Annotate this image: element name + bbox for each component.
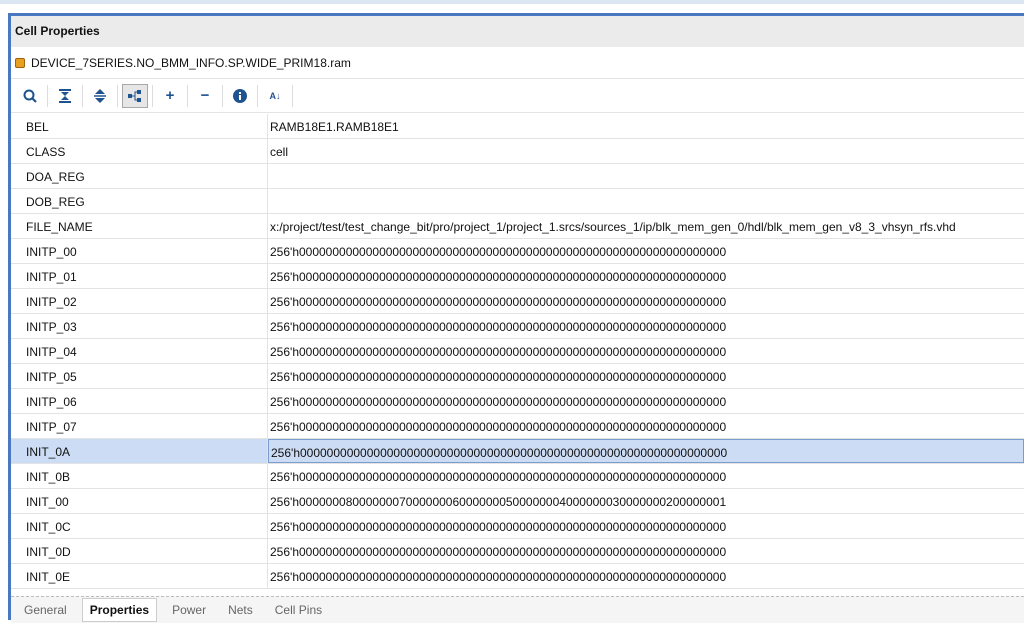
table-row[interactable]: INIT_0C 256'h0000000000000000000000000000… [11, 514, 1024, 539]
property-value[interactable]: 256'h00000000000000000000000000000000000… [268, 514, 1024, 538]
property-value[interactable]: 256'h00000000000000000000000000000000000… [268, 464, 1024, 488]
table-row[interactable]: INITP_00 256'h000000000000000000000000000… [11, 239, 1024, 264]
object-name-row: DEVICE_7SERIES.NO_BMM_INFO.SP.WIDE_PRIM1… [11, 47, 1024, 79]
table-row[interactable]: INITP_04 256'h000000000000000000000000000… [11, 339, 1024, 364]
toolbar: + − A↓ [11, 79, 1024, 113]
object-name: DEVICE_7SERIES.NO_BMM_INFO.SP.WIDE_PRIM1… [31, 55, 351, 70]
table-row[interactable]: INIT_0D 256'h0000000000000000000000000000… [11, 539, 1024, 564]
property-value[interactable] [268, 164, 1024, 188]
property-value[interactable]: 256'h00000000000000000000000000000000000… [268, 339, 1024, 363]
bottom-tabs: General Properties Power Nets Cell Pins [11, 596, 1024, 623]
property-value[interactable]: x:/project/test/test_change_bit/pro/proj… [268, 214, 1024, 238]
tab-general[interactable]: General [17, 599, 74, 621]
property-value[interactable]: cell [268, 139, 1024, 163]
info-icon[interactable] [227, 84, 253, 108]
table-row[interactable]: INITP_07 256'h000000000000000000000000000… [11, 414, 1024, 439]
table-row[interactable]: BEL RAMB18E1.RAMB18E1 [11, 114, 1024, 139]
property-value[interactable]: 256'h00000000000000000000000000000000000… [268, 389, 1024, 413]
table-row[interactable]: INITP_03 256'h000000000000000000000000000… [11, 314, 1024, 339]
property-name: INITP_04 [11, 339, 268, 363]
tab-nets[interactable]: Nets [221, 599, 260, 621]
cell-properties-panel: Cell Properties DEVICE_7SERIES.NO_BMM_IN… [8, 13, 1024, 623]
table-row[interactable]: INIT_0A 256'h0000000000000000000000000000… [11, 439, 1024, 464]
property-value[interactable]: 256'h00000000000000000000000000000000000… [268, 239, 1024, 263]
property-name: DOB_REG [11, 189, 268, 213]
property-value[interactable]: 256'h00000000000000000000000000000000000… [268, 414, 1024, 438]
property-name: INITP_01 [11, 264, 268, 288]
panel-title: Cell Properties [11, 16, 1024, 47]
property-name: INIT_00 [11, 489, 268, 513]
property-name: INITP_00 [11, 239, 268, 263]
property-name: INIT_0E [11, 564, 268, 588]
property-value[interactable]: 256'h00000000000000000000000000000000000… [268, 439, 1024, 463]
collapse-all-icon[interactable] [52, 84, 78, 108]
top-bar [0, 0, 1024, 4]
expand-all-icon[interactable] [87, 84, 113, 108]
property-value[interactable]: 256'h00000000000000000000000000000000000… [268, 564, 1024, 588]
property-name: INITP_03 [11, 314, 268, 338]
tab-power[interactable]: Power [165, 599, 213, 621]
minus-icon[interactable]: − [192, 84, 218, 108]
table-row[interactable]: INIT_0B 256'h0000000000000000000000000000… [11, 464, 1024, 489]
tab-properties[interactable]: Properties [81, 598, 158, 622]
property-name: INITP_07 [11, 414, 268, 438]
search-icon[interactable] [17, 84, 43, 108]
property-name: INITP_05 [11, 364, 268, 388]
property-name: INIT_0B [11, 464, 268, 488]
property-value[interactable]: 256'h00000008000000070000000600000005000… [268, 489, 1024, 513]
plus-icon[interactable]: + [157, 84, 183, 108]
table-row[interactable]: FILE_NAME x:/project/test/test_change_bit… [11, 214, 1024, 239]
table-row[interactable]: DOA_REG [11, 164, 1024, 189]
cell-icon [15, 57, 25, 68]
property-name: INIT_0A [11, 439, 268, 463]
property-name: INITP_02 [11, 289, 268, 313]
property-value[interactable]: 256'h00000000000000000000000000000000000… [268, 264, 1024, 288]
property-name: FILE_NAME [11, 214, 268, 238]
property-name: DOA_REG [11, 164, 268, 188]
table-row[interactable]: INIT_00 256'h0000000800000007000000060000… [11, 489, 1024, 514]
hierarchy-icon[interactable] [122, 83, 148, 108]
table-row[interactable]: INITP_01 256'h000000000000000000000000000… [11, 264, 1024, 289]
sort-az-icon[interactable]: A↓ [262, 84, 288, 108]
tab-cell-pins[interactable]: Cell Pins [268, 599, 329, 621]
table-row[interactable]: INIT_0E 256'h0000000000000000000000000000… [11, 564, 1024, 589]
property-name: INIT_0C [11, 514, 268, 538]
table-row[interactable]: INITP_02 256'h000000000000000000000000000… [11, 289, 1024, 314]
property-name: BEL [11, 114, 268, 138]
property-name: INITP_06 [11, 389, 268, 413]
table-row[interactable]: INITP_05 256'h000000000000000000000000000… [11, 364, 1024, 389]
property-name: INIT_0D [11, 539, 268, 563]
property-value[interactable]: 256'h00000000000000000000000000000000000… [268, 539, 1024, 563]
property-value[interactable]: 256'h00000000000000000000000000000000000… [268, 364, 1024, 388]
property-value[interactable]: RAMB18E1.RAMB18E1 [268, 114, 1024, 138]
table-row[interactable]: INITP_06 256'h000000000000000000000000000… [11, 389, 1024, 414]
table-row[interactable]: DOB_REG [11, 189, 1024, 214]
table-row[interactable]: CLASS cell [11, 139, 1024, 164]
property-value[interactable]: 256'h00000000000000000000000000000000000… [268, 289, 1024, 313]
property-name: CLASS [11, 139, 268, 163]
properties-table: BEL RAMB18E1.RAMB18E1 CLASS cell DOA_REG DOB_… [11, 114, 1024, 589]
property-value[interactable]: 256'h00000000000000000000000000000000000… [268, 314, 1024, 338]
property-value[interactable] [268, 189, 1024, 213]
